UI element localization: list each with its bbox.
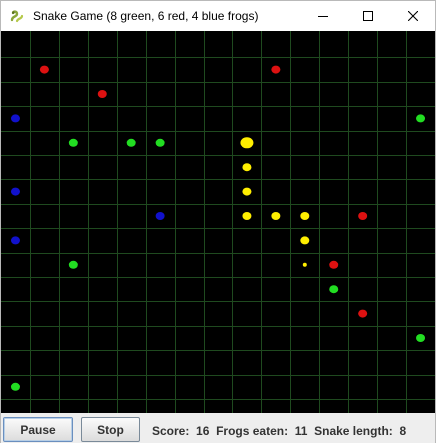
red-frog bbox=[358, 309, 368, 318]
snake-tail bbox=[302, 262, 307, 267]
close-icon bbox=[407, 11, 418, 21]
stop-button[interactable]: Stop bbox=[81, 417, 140, 442]
frogs-eaten-value: 11 bbox=[294, 424, 308, 438]
game-board[interactable] bbox=[1, 31, 435, 413]
snake-length-value: 8 bbox=[399, 424, 407, 438]
blue-frog bbox=[10, 187, 20, 196]
blue-frog bbox=[155, 212, 165, 220]
close-button[interactable] bbox=[390, 1, 435, 31]
blue-frog bbox=[10, 236, 20, 245]
grid-lines bbox=[1, 31, 435, 413]
window-title: Snake Game (8 green, 6 red, 4 blue frogs… bbox=[33, 9, 259, 23]
green-frog bbox=[329, 285, 339, 294]
green-frog bbox=[416, 114, 426, 123]
green-frog bbox=[10, 382, 20, 391]
score-value: 16 bbox=[196, 424, 210, 438]
game-board-canvas bbox=[1, 31, 435, 413]
game-stats: Score: 16 Frogs eaten: 11 Snake length: … bbox=[152, 424, 406, 438]
minimize-icon bbox=[317, 11, 328, 21]
green-frog bbox=[416, 334, 426, 342]
snake-body bbox=[242, 187, 252, 196]
maximize-button[interactable] bbox=[345, 1, 390, 31]
pause-button[interactable]: Pause bbox=[3, 417, 73, 442]
maximize-icon bbox=[362, 11, 373, 21]
status-bar: Pause Stop Score: 16 Frogs eaten: 11 Sna… bbox=[1, 413, 435, 443]
red-frog bbox=[271, 65, 281, 74]
snake-body bbox=[242, 212, 252, 220]
red-frog bbox=[39, 65, 49, 74]
snake-head bbox=[240, 137, 254, 149]
blue-frog bbox=[10, 114, 20, 123]
snake-body bbox=[242, 163, 252, 172]
frogs-eaten-label: Frogs eaten: bbox=[216, 424, 289, 438]
snake-body bbox=[300, 212, 310, 220]
score-label: Score: bbox=[152, 424, 190, 438]
green-frog bbox=[155, 138, 165, 147]
green-frog bbox=[68, 260, 78, 269]
red-frog bbox=[358, 212, 368, 220]
red-frog bbox=[329, 260, 339, 269]
snake-length-label: Snake length: bbox=[314, 424, 393, 438]
snake bbox=[240, 137, 310, 267]
title-bar[interactable]: Snake Game (8 green, 6 red, 4 blue frogs… bbox=[1, 1, 435, 31]
minimize-button[interactable] bbox=[300, 1, 345, 31]
red-frog bbox=[97, 90, 107, 98]
green-frog bbox=[68, 138, 78, 147]
green-frog bbox=[126, 138, 136, 147]
snake-icon bbox=[9, 8, 25, 24]
snake-game-window: Snake Game (8 green, 6 red, 4 blue frogs… bbox=[0, 0, 436, 443]
snake-body bbox=[271, 212, 281, 220]
snake-body bbox=[300, 236, 310, 245]
